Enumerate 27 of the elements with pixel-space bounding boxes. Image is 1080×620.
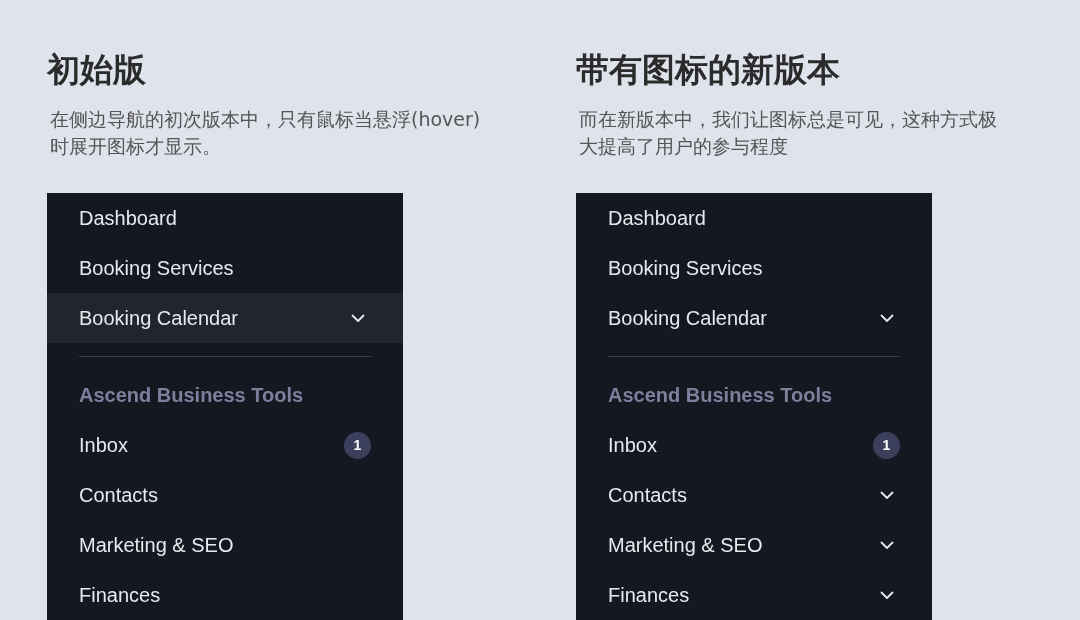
sidebar-item[interactable]: Finances [576,570,932,620]
sidebar-item[interactable]: Booking Services [47,243,403,293]
sidebar-item[interactable]: Inbox 1 [47,420,403,470]
sidebar-item[interactable]: Finances [47,570,403,620]
sidebar-item[interactable]: Booking Services [576,243,932,293]
sidebar-item[interactable]: Booking Calendar [47,293,403,343]
sidebar-item[interactable]: Dashboard [576,193,932,243]
description-text: 而在新版本中，我们让图标总是可见，这种方式极大提高了用户的参与程度 [579,107,998,159]
section-heading: Ascend Business Tools [78,383,305,408]
chevron-down-icon[interactable] [880,540,894,550]
sidebar-item[interactable]: Booking Calendar [576,293,932,343]
chevron-down-icon[interactable] [880,490,894,500]
count-badge: 1 [873,431,900,459]
section-title: 带有图标的新版本 [576,49,841,91]
chevron-down-icon[interactable] [880,313,894,323]
chevron-down-icon[interactable] [351,313,365,323]
sidebar-item[interactable]: Contacts [576,470,932,520]
sidebar-item[interactable]: Contacts [47,470,403,520]
sidebar-item[interactable]: Inbox 1 [576,420,932,470]
chevron-down-icon[interactable] [880,590,894,600]
sidebar-item[interactable]: Dashboard [47,193,403,243]
count-badge: 1 [344,431,371,459]
sidebar-item[interactable]: Marketing & SEO [47,520,403,570]
section-heading: Ascend Business Tools [607,383,834,408]
description-text: 在侧边导航的初次版本中，只有鼠标当悬浮(hover)时展开图标才显示。 [50,107,482,159]
sidebar-item[interactable]: Marketing & SEO [576,520,932,570]
section-title: 初始版 [47,49,147,91]
